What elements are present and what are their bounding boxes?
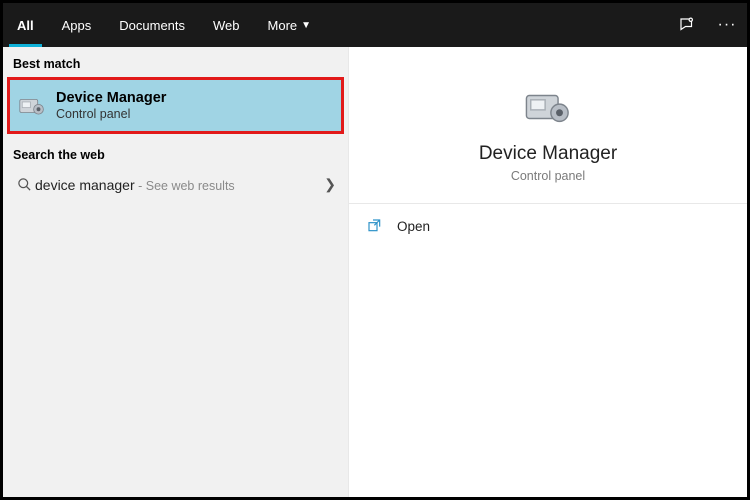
best-match-result[interactable]: Device Manager Control panel: [7, 77, 344, 134]
tab-documents[interactable]: Documents: [105, 3, 199, 47]
best-match-label: Best match: [3, 47, 348, 77]
chevron-down-icon: ▼: [301, 20, 311, 31]
web-suffix: - See web results: [135, 179, 235, 193]
open-action[interactable]: Open: [349, 204, 747, 248]
open-label: Open: [397, 219, 430, 234]
best-match-text: Device Manager Control panel: [56, 90, 166, 121]
best-match-title: Device Manager: [56, 90, 166, 106]
tab-label: All: [17, 18, 34, 33]
preview-subtitle: Control panel: [349, 169, 747, 183]
tab-more[interactable]: More▼: [254, 3, 326, 47]
preview-panel: Device Manager Control panel Open: [349, 47, 747, 497]
web-query: device manager: [35, 177, 135, 193]
tab-apps[interactable]: Apps: [48, 3, 106, 47]
open-icon: [367, 218, 383, 234]
search-header: All Apps Documents Web More▼ ···: [3, 3, 747, 47]
tab-all[interactable]: All: [3, 3, 48, 47]
ellipsis-icon: ···: [718, 16, 737, 34]
preview-header: Device Manager Control panel: [349, 47, 747, 204]
tab-label: Web: [213, 18, 240, 33]
device-manager-icon: [524, 83, 572, 131]
best-match-subtitle: Control panel: [56, 107, 166, 121]
tab-label: More: [268, 18, 298, 33]
tab-web[interactable]: Web: [199, 3, 254, 47]
preview-title: Device Manager: [349, 143, 747, 165]
chevron-right-icon: ❯: [324, 176, 336, 193]
feedback-icon[interactable]: [667, 3, 707, 47]
more-options-icon[interactable]: ···: [707, 3, 747, 47]
results-panel: Best match Device Manager Control panel …: [3, 47, 349, 497]
search-web-label: Search the web: [3, 138, 348, 168]
search-icon: [13, 177, 35, 192]
tab-label: Apps: [62, 18, 92, 33]
tab-label: Documents: [119, 18, 185, 33]
web-search-text: device manager - See web results: [35, 177, 324, 193]
web-search-result[interactable]: device manager - See web results ❯: [3, 168, 348, 201]
device-manager-icon: [18, 92, 46, 120]
